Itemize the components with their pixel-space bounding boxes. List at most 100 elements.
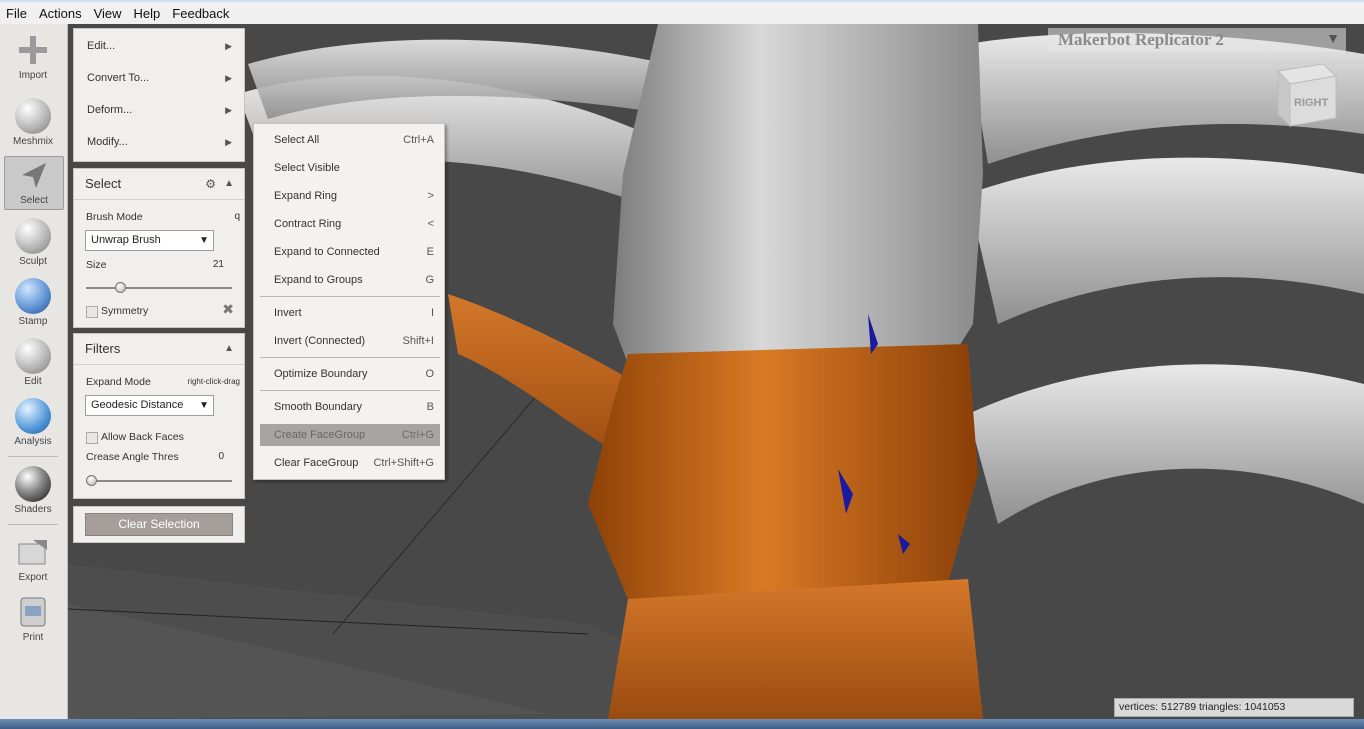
tool-label: Meshmix — [12, 136, 53, 147]
select-arrow-icon — [16, 157, 52, 193]
dropdown-value: Geodesic Distance — [91, 399, 184, 411]
menu-convert-to[interactable]: Convert To... ▶ — [74, 62, 244, 94]
tool-label: Stamp — [18, 316, 48, 327]
edit-menu: Edit... ▶ Convert To... ▶ Deform... ▶ Mo… — [73, 28, 245, 162]
tools-icon[interactable]: ✖ — [222, 301, 234, 318]
menu-item-label: Smooth Boundary — [274, 401, 363, 413]
clear-selection-panel: Clear Selection — [73, 506, 245, 543]
menu-invert-connected[interactable]: Invert (Connected) Shift+I — [260, 330, 440, 352]
collapse-icon[interactable]: ▲ — [224, 334, 234, 364]
modify-submenu: Select All Ctrl+A Select Visible Expand R… — [253, 123, 445, 480]
os-taskbar — [0, 719, 1364, 729]
size-slider-knob[interactable] — [115, 282, 126, 293]
clear-selection-button[interactable]: Clear Selection — [85, 513, 233, 536]
shortcut-label: B — [426, 401, 434, 413]
menu-help[interactable]: Help — [128, 6, 167, 21]
shader-sphere-icon — [15, 466, 51, 502]
size-slider-track[interactable] — [86, 287, 232, 289]
print-icon — [15, 594, 51, 630]
menu-item-label: Invert — [274, 307, 302, 319]
menu-item-label: Expand to Connected — [274, 246, 380, 258]
printer-selector[interactable]: Makerbot Replicator 2 ▼ — [1048, 28, 1346, 52]
menu-actions[interactable]: Actions — [33, 6, 88, 21]
tool-label: Select — [20, 195, 48, 206]
symmetry-checkbox[interactable] — [86, 306, 98, 318]
tool-label: Import — [18, 70, 48, 81]
tool-stamp[interactable]: Stamp — [4, 278, 62, 327]
brush-mode-label: Brush Mode — [86, 211, 143, 223]
shortcut-label: Ctrl+A — [403, 134, 434, 146]
tool-shaders[interactable]: Shaders — [4, 466, 62, 515]
tool-edit[interactable]: Edit — [4, 338, 62, 387]
shortcut-label: < — [427, 218, 434, 230]
collapse-icon[interactable]: ▲ — [224, 169, 234, 199]
printer-name: Makerbot Replicator 2 — [1058, 30, 1224, 49]
menu-smooth-boundary[interactable]: Smooth Boundary B — [260, 396, 440, 418]
crease-angle-value: 0 — [218, 451, 224, 462]
expand-mode-dropdown[interactable]: Geodesic Distance ▼ — [85, 395, 214, 416]
tool-label: Sculpt — [19, 256, 47, 267]
menu-item-label: Expand Ring — [274, 190, 337, 202]
menu-contract-ring[interactable]: Contract Ring < — [260, 213, 440, 235]
tool-export[interactable]: Export — [4, 534, 62, 583]
tool-analysis[interactable]: Analysis — [4, 398, 62, 447]
size-label: Size — [86, 259, 107, 271]
menu-clear-facegroup[interactable]: Clear FaceGroup Ctrl+Shift+G — [260, 452, 440, 474]
menu-view[interactable]: View — [88, 6, 128, 21]
tool-print[interactable]: Print — [4, 594, 62, 643]
dropdown-value: Unwrap Brush — [91, 234, 161, 246]
menu-invert[interactable]: Invert I — [260, 302, 440, 324]
tool-label: Export — [18, 572, 48, 583]
size-value: 21 — [212, 259, 224, 270]
svg-text:RIGHT: RIGHT — [1294, 97, 1329, 109]
menu-create-facegroup[interactable]: Create FaceGroup Ctrl+G — [260, 424, 440, 446]
view-cube[interactable]: RIGHT — [1276, 63, 1338, 128]
analysis-icon — [15, 398, 51, 434]
shortcut-label: Shift+I — [402, 335, 435, 347]
tool-select[interactable]: Select — [4, 156, 64, 210]
crease-slider-track[interactable] — [86, 480, 232, 482]
menu-expand-to-groups[interactable]: Expand to Groups G — [260, 269, 440, 291]
menu-divider — [260, 357, 440, 358]
chevron-down-icon: ▼ — [1326, 32, 1340, 47]
menu-select-visible[interactable]: Select Visible — [260, 157, 440, 179]
panel-header[interactable]: Select ⚙ ▲ — [74, 169, 244, 200]
stamp-icon — [15, 278, 51, 314]
menu-divider — [260, 390, 440, 391]
crease-angle-label: Crease Angle Thres — [86, 451, 179, 463]
menu-divider — [260, 296, 440, 297]
menu-item-label: Select Visible — [274, 162, 340, 174]
shortcut-label: I — [430, 307, 434, 319]
shortcut-label: Ctrl+Shift+G — [373, 457, 434, 469]
chevron-right-icon: ▶ — [225, 41, 232, 51]
panel-title: Filters — [85, 341, 121, 356]
tool-import[interactable]: Import — [4, 32, 62, 81]
menu-item-label: Clear FaceGroup — [274, 457, 359, 469]
menu-item-label: Create FaceGroup — [274, 429, 366, 441]
toolbar-divider — [8, 456, 58, 457]
shortcut-label: G — [425, 274, 434, 286]
brush-mode-dropdown[interactable]: Unwrap Brush ▼ — [85, 230, 214, 251]
crease-slider-knob[interactable] — [86, 475, 97, 486]
menu-item-label: Contract Ring — [274, 218, 342, 230]
menu-file[interactable]: File — [0, 6, 33, 21]
panel-header[interactable]: Filters ▲ — [74, 334, 244, 365]
chevron-right-icon: ▶ — [225, 73, 232, 83]
tool-sculpt[interactable]: Sculpt — [4, 218, 62, 267]
expand-mode-label: Expand Mode — [86, 376, 151, 388]
menu-item-label: Deform... — [87, 104, 133, 116]
menu-feedback[interactable]: Feedback — [166, 6, 235, 21]
menu-expand-ring[interactable]: Expand Ring > — [260, 185, 440, 207]
menu-edit[interactable]: Edit... ▶ — [74, 30, 244, 62]
shortcut-label: E — [426, 246, 434, 258]
menu-deform[interactable]: Deform... ▶ — [74, 94, 244, 126]
gear-icon[interactable]: ⚙ — [205, 169, 216, 199]
menu-select-all[interactable]: Select All Ctrl+A — [260, 129, 440, 151]
menu-expand-to-connected[interactable]: Expand to Connected E — [260, 241, 440, 263]
menu-item-label: Convert To... — [87, 72, 150, 84]
menu-modify[interactable]: Modify... ▶ — [74, 126, 244, 158]
menu-optimize-boundary[interactable]: Optimize Boundary O — [260, 363, 440, 385]
allow-back-faces-checkbox[interactable] — [86, 432, 98, 444]
tool-label: Analysis — [14, 436, 52, 447]
tool-meshmix[interactable]: Meshmix — [4, 98, 62, 147]
